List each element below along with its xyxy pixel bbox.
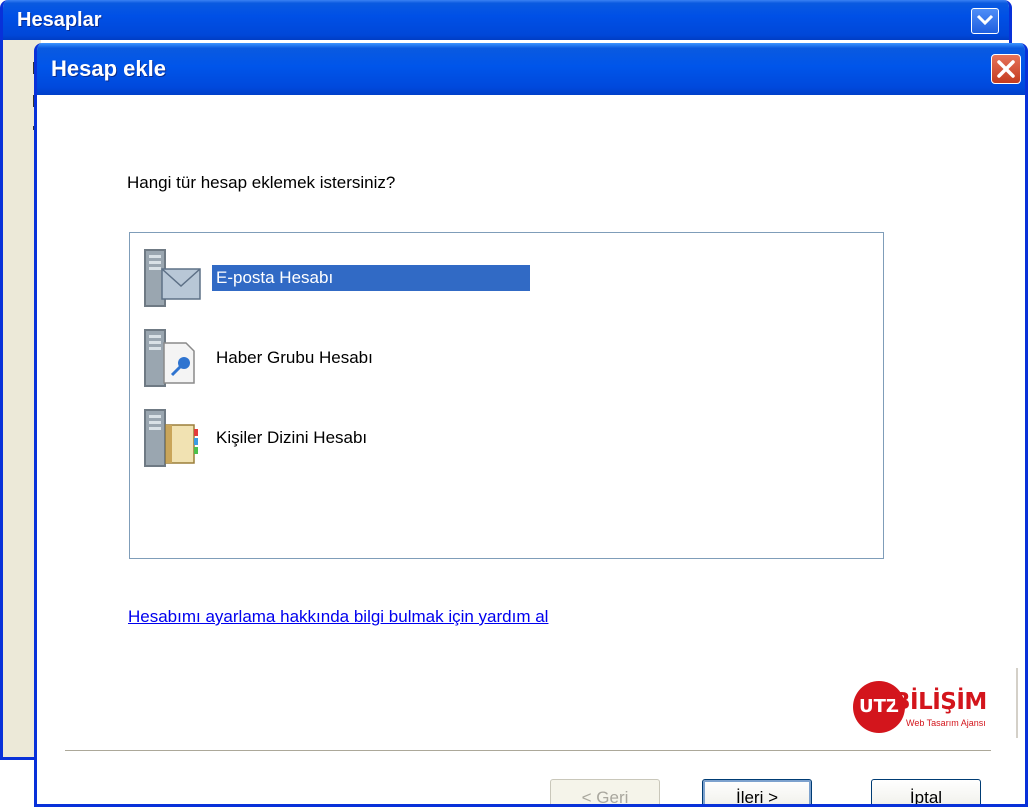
setup-help-link[interactable]: Hesabımı ayarlama hakkında bilgi bulmak … — [128, 607, 548, 627]
list-item-label: E-posta Hesabı — [212, 265, 530, 291]
button-separator — [65, 750, 991, 752]
question-label: Hangi tür hesap eklemek istersiniz? — [127, 173, 396, 192]
directory-server-icon — [144, 409, 198, 467]
logo-tagline: Web Tasarım Ajansı — [906, 718, 986, 728]
news-server-icon — [144, 329, 195, 387]
logo-wordmark: BİLİŞİM — [893, 689, 987, 715]
utz-bilisim-logo: UTZ BİLİŞİM Web Tasarım Ajansı — [853, 681, 1003, 737]
list-item-newsgroup-account[interactable]: Haber Grubu Hesabı — [140, 325, 870, 397]
add-account-dialog: Hesap ekle Hangi tür hesap eklemek ister… — [34, 43, 1028, 807]
list-item-label: Kişiler Dizini Hesabı — [216, 428, 368, 447]
dialog-content: Hangi tür hesap eklemek istersiniz? E-po… — [37, 95, 1025, 804]
list-item-email-account[interactable]: E-posta Hesabı — [140, 245, 870, 317]
mail-server-icon — [144, 249, 201, 307]
list-item-label: Haber Grubu Hesabı — [216, 348, 373, 367]
dialog-title[interactable]: Hesap ekle — [37, 43, 1025, 95]
chevron-down-icon[interactable] — [971, 8, 999, 34]
background-window-title[interactable]: Hesaplar — [3, 0, 1009, 40]
account-type-list[interactable]: E-posta Hesabı Haber Grubu Hesabı Kişile… — [129, 232, 884, 559]
list-item-directory-account[interactable]: Kişiler Dizini Hesabı — [140, 405, 870, 477]
cancel-button[interactable]: İptal — [871, 779, 981, 804]
logo-divider — [1016, 668, 1018, 738]
close-button[interactable] — [991, 54, 1021, 84]
close-icon — [997, 60, 1015, 78]
next-button[interactable]: İleri > — [702, 779, 812, 804]
back-button[interactable]: < Geri — [550, 779, 660, 804]
